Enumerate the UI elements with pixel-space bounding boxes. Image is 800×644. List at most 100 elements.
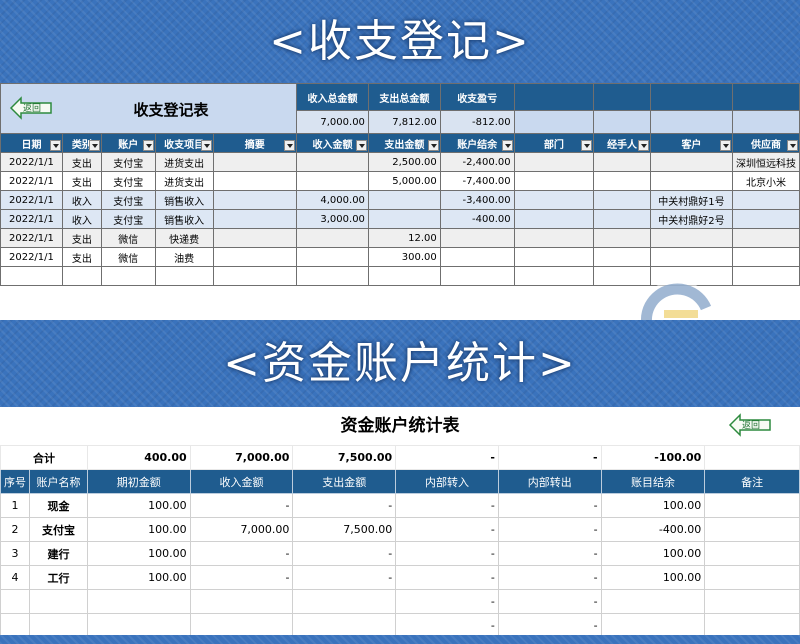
table-cell[interactable] [212, 171, 298, 191]
table-cell[interactable]: 4,000.00 [296, 190, 369, 210]
table-cell[interactable]: 进货支出 [154, 152, 214, 172]
table-cell[interactable]: 支付宝 [29, 517, 88, 542]
column-header[interactable]: 部门 [513, 133, 595, 153]
table-cell[interactable]: 支付宝 [100, 152, 156, 172]
table-cell[interactable]: 2022/1/1 [0, 190, 63, 210]
table-cell[interactable]: - [395, 613, 499, 638]
table-cell[interactable]: -7,400.00 [439, 171, 515, 191]
table-cell[interactable]: - [292, 493, 397, 518]
table-cell[interactable] [367, 266, 441, 286]
filter-dropdown-icon[interactable] [427, 140, 439, 151]
column-header[interactable]: 经手人 [593, 133, 651, 153]
table-cell[interactable] [86, 589, 191, 614]
table-cell[interactable]: 100.00 [600, 493, 706, 518]
table-cell[interactable]: 7,500.00 [292, 517, 397, 542]
table-cell[interactable] [649, 171, 733, 191]
table-cell[interactable]: -400.00 [600, 517, 706, 542]
table-cell[interactable]: 快递费 [154, 228, 214, 248]
table-cell[interactable]: 微信 [100, 228, 156, 248]
table-cell[interactable] [189, 613, 294, 638]
table-cell[interactable] [439, 247, 515, 267]
table-cell[interactable]: 支出 [61, 171, 102, 191]
table-cell[interactable] [0, 266, 63, 286]
table-cell[interactable] [649, 247, 733, 267]
table-cell[interactable] [513, 266, 595, 286]
table-cell[interactable] [704, 613, 800, 638]
table-cell[interactable] [593, 171, 651, 191]
table-cell[interactable] [367, 209, 441, 229]
table-cell[interactable]: - [395, 589, 499, 614]
table-cell[interactable]: 支出 [61, 247, 102, 267]
table-cell[interactable] [439, 266, 515, 286]
table-cell[interactable]: 1 [0, 493, 30, 518]
table-cell[interactable]: 中关村鼎好1号 [649, 190, 733, 210]
column-header[interactable]: 账户结余 [439, 133, 515, 153]
table-cell[interactable] [704, 541, 800, 566]
table-cell[interactable] [212, 190, 298, 210]
table-cell[interactable]: - [395, 541, 499, 566]
table-cell[interactable]: 7,000.00 [189, 517, 294, 542]
table-cell[interactable]: 2022/1/1 [0, 152, 63, 172]
table-cell[interactable] [513, 152, 595, 172]
table-cell[interactable]: 销售收入 [154, 209, 214, 229]
table-cell[interactable]: - [395, 493, 499, 518]
table-cell[interactable] [29, 613, 88, 638]
table-cell[interactable] [189, 589, 294, 614]
table-cell[interactable]: 收入 [61, 209, 102, 229]
table-cell[interactable]: 3,000.00 [296, 209, 369, 229]
table-cell[interactable]: 2022/1/1 [0, 247, 63, 267]
table-cell[interactable] [704, 517, 800, 542]
table-cell[interactable] [600, 589, 706, 614]
filter-dropdown-icon[interactable] [719, 140, 731, 151]
filter-dropdown-icon[interactable] [355, 140, 367, 151]
table-cell[interactable]: 收入 [61, 190, 102, 210]
table-cell[interactable]: 支出 [61, 228, 102, 248]
table-cell[interactable]: 工行 [29, 565, 88, 590]
filter-dropdown-icon[interactable] [637, 140, 649, 151]
table-cell[interactable]: - [292, 565, 397, 590]
table-cell[interactable] [513, 209, 595, 229]
table-cell[interactable] [649, 228, 733, 248]
table-cell[interactable]: 100.00 [86, 541, 191, 566]
column-header[interactable]: 支出金额 [367, 133, 441, 153]
column-header[interactable]: 类别 [61, 133, 102, 153]
back-button-2[interactable]: 返回 [728, 413, 772, 437]
table-cell[interactable] [212, 228, 298, 248]
column-header[interactable]: 收入金额 [296, 133, 369, 153]
table-cell[interactable] [513, 171, 595, 191]
filter-dropdown-icon[interactable] [581, 140, 593, 151]
table-cell[interactable] [593, 190, 651, 210]
table-cell[interactable]: 北京小米 [731, 171, 800, 191]
table-cell[interactable]: - [189, 541, 294, 566]
table-cell[interactable]: 现金 [29, 493, 88, 518]
table-cell[interactable] [296, 247, 369, 267]
table-cell[interactable]: - [497, 493, 602, 518]
table-cell[interactable]: - [395, 517, 499, 542]
table-cell[interactable]: 油费 [154, 247, 214, 267]
table-cell[interactable] [367, 190, 441, 210]
table-cell[interactable]: 3 [0, 541, 30, 566]
table-cell[interactable] [0, 613, 30, 638]
table-cell[interactable]: - [189, 565, 294, 590]
filter-dropdown-icon[interactable] [88, 140, 100, 151]
table-cell[interactable]: 中关村鼎好2号 [649, 209, 733, 229]
table-cell[interactable]: 2,500.00 [367, 152, 441, 172]
table-cell[interactable] [212, 266, 298, 286]
table-cell[interactable]: 12.00 [367, 228, 441, 248]
column-header[interactable]: 日期 [0, 133, 63, 153]
table-cell[interactable] [704, 493, 800, 518]
filter-dropdown-icon[interactable] [284, 140, 296, 151]
table-cell[interactable] [296, 152, 369, 172]
table-cell[interactable] [292, 613, 397, 638]
table-cell[interactable]: 建行 [29, 541, 88, 566]
table-cell[interactable] [212, 209, 298, 229]
table-cell[interactable]: 100.00 [600, 541, 706, 566]
filter-dropdown-icon[interactable] [49, 140, 61, 151]
table-cell[interactable]: - [497, 589, 602, 614]
table-cell[interactable]: - [497, 613, 602, 638]
table-cell[interactable]: 2022/1/1 [0, 171, 63, 191]
table-cell[interactable] [100, 266, 156, 286]
table-cell[interactable]: -3,400.00 [439, 190, 515, 210]
table-cell[interactable]: 微信 [100, 247, 156, 267]
table-cell[interactable]: 4 [0, 565, 30, 590]
